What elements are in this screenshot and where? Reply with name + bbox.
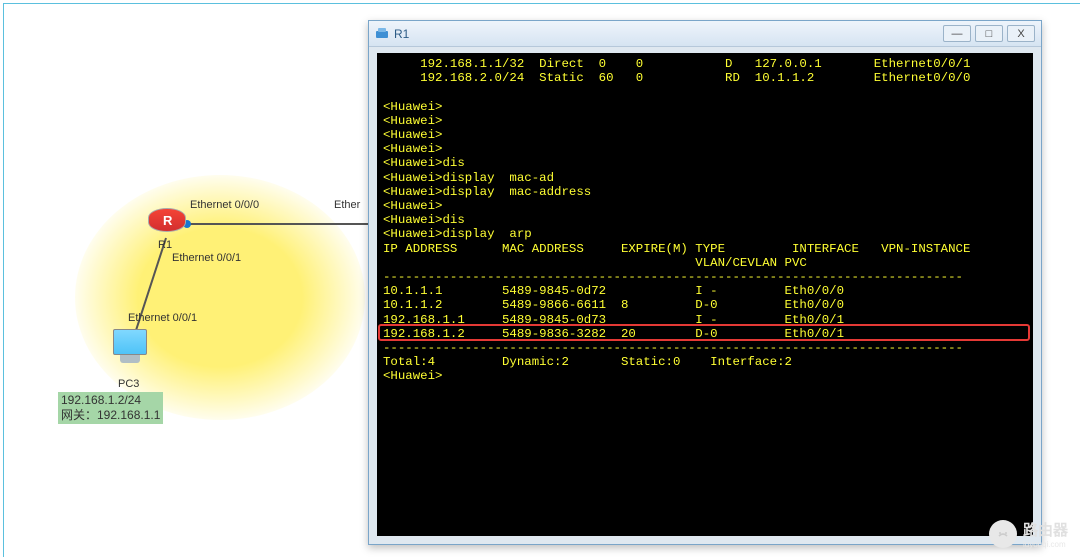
terminal-window: R1 — □ X 192.168.1.1/32 Direct 0 0 D 127… [368, 20, 1042, 545]
link-r1-right [186, 223, 372, 225]
highlight-redbox [378, 324, 1030, 341]
term-l16: 10.1.1.1 5489-9845-0d72 I - Eth0/0/0 [383, 284, 844, 298]
intf-label-eth-partial: Ether [334, 199, 360, 211]
term-l4: <Huawei> [383, 114, 443, 128]
term-l15: ----------------------------------------… [383, 270, 963, 284]
pc-gateway: 网关：192.168.1.1 [61, 408, 160, 423]
titlebar[interactable]: R1 — □ X [369, 21, 1041, 47]
term-l11: <Huawei>dis [383, 213, 465, 227]
watermark: 路由器 luyouqi.com [989, 519, 1068, 549]
intf-label-eth000: Ethernet 0/0/0 [190, 199, 259, 211]
term-l1: 192.168.2.0/24 Static 60 0 RD 10.1.1.2 E… [383, 71, 970, 85]
term-l6: <Huawei> [383, 142, 443, 156]
term-l14: VLAN/CEVLAN PVC [383, 256, 807, 270]
pc-info-box: 192.168.1.2/24 网关：192.168.1.1 [58, 392, 163, 424]
close-button[interactable]: X [1007, 25, 1035, 42]
pc-ip: 192.168.1.2/24 [61, 393, 160, 408]
term-l20: ----------------------------------------… [383, 341, 963, 355]
window-title: R1 [394, 27, 939, 41]
app-icon [375, 27, 389, 41]
term-l21: Total:4 Dynamic:2 Static:0 Interface:2 [383, 355, 792, 369]
term-l17: 10.1.1.2 5489-9866-6611 8 D-0 Eth0/0/0 [383, 298, 844, 312]
term-l10: <Huawei> [383, 199, 443, 213]
router-label: R1 [158, 239, 172, 251]
term-l13: IP ADDRESS MAC ADDRESS EXPIRE(M) TYPE IN… [383, 242, 970, 256]
router-r1[interactable] [148, 208, 186, 238]
term-l22: <Huawei> [383, 369, 443, 383]
term-l3: <Huawei> [383, 100, 443, 114]
term-l7: <Huawei>dis [383, 156, 465, 170]
pc-label: PC3 [118, 378, 139, 390]
term-l12: <Huawei>display arp [383, 227, 532, 241]
minimize-button[interactable]: — [943, 25, 971, 42]
term-l0: 192.168.1.1/32 Direct 0 0 D 127.0.0.1 Et… [383, 57, 970, 71]
intf-label-eth001-b: Ethernet 0/0/1 [128, 312, 197, 324]
term-l8: <Huawei>display mac-ad [383, 171, 554, 185]
terminal-body[interactable]: 192.168.1.1/32 Direct 0 0 D 127.0.0.1 Et… [377, 53, 1033, 536]
watermark-icon [989, 520, 1017, 548]
watermark-sub: luyouqi.com [1023, 540, 1068, 549]
pc3[interactable] [109, 329, 151, 371]
term-l5: <Huawei> [383, 128, 443, 142]
intf-label-eth001-a: Ethernet 0/0/1 [172, 252, 241, 264]
watermark-text: 路由器 [1023, 522, 1068, 539]
term-l9: <Huawei>display mac-address [383, 185, 591, 199]
maximize-button[interactable]: □ [975, 25, 1003, 42]
